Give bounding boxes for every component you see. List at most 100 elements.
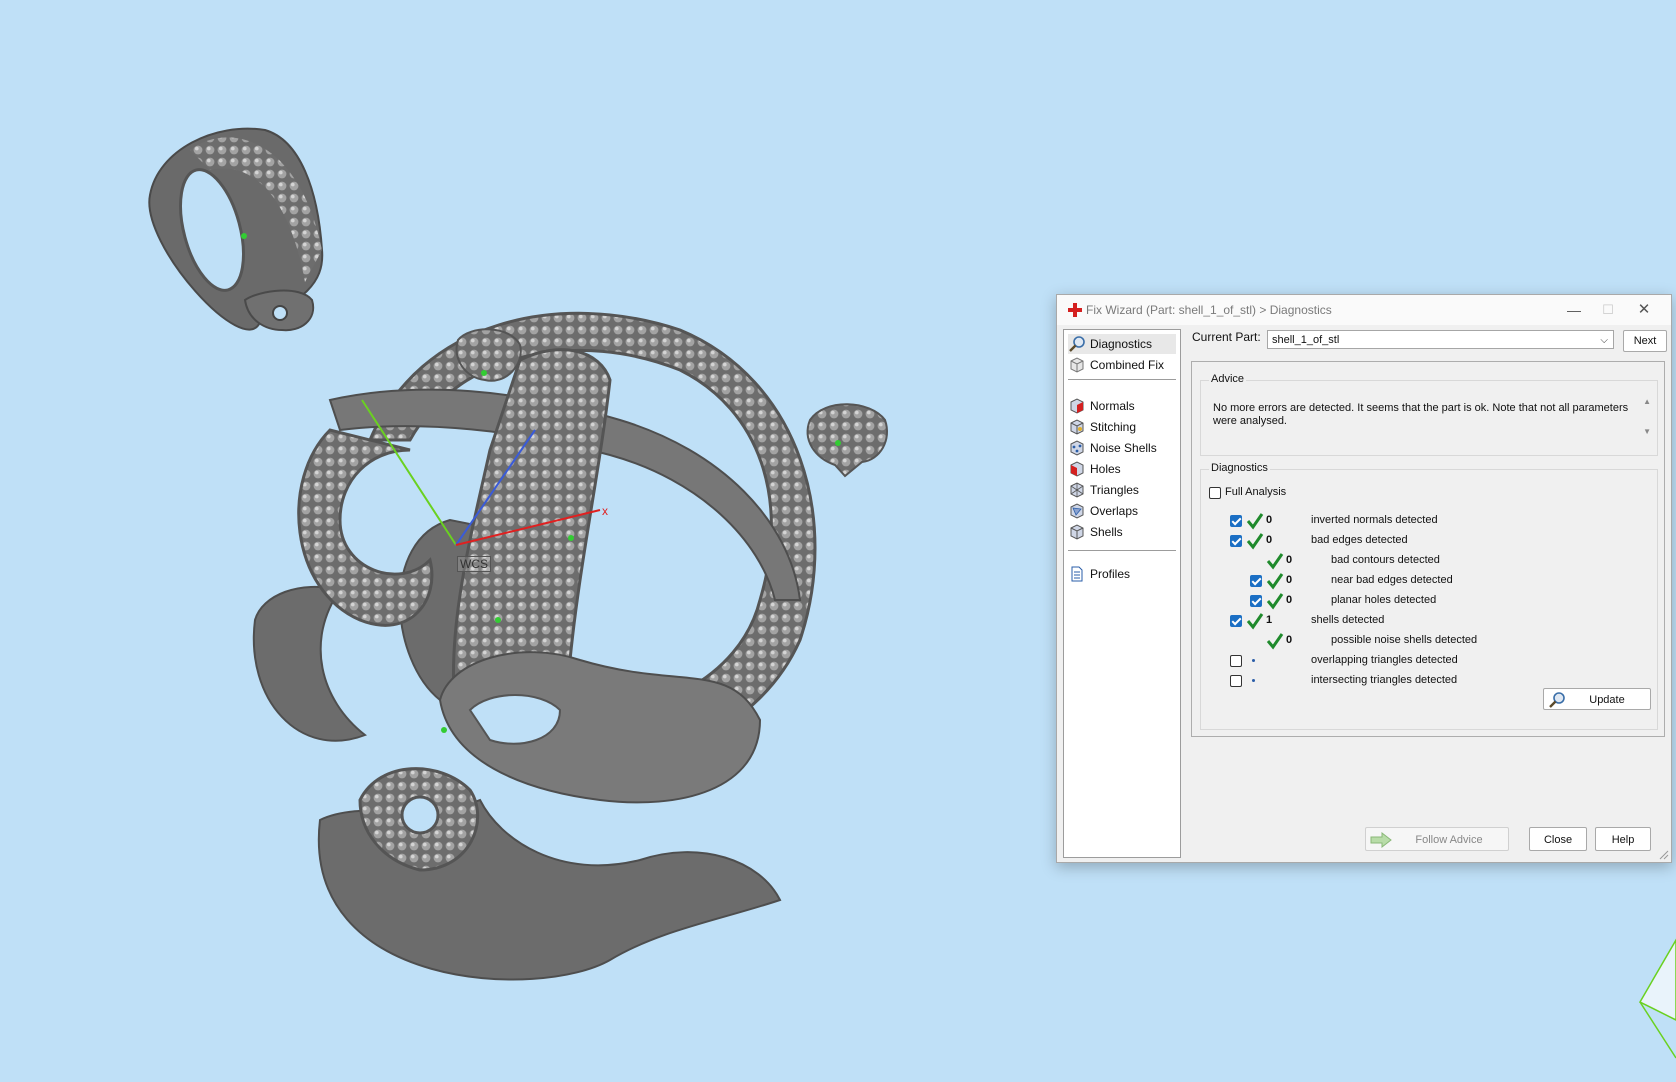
overlapping-triangles-checkbox[interactable] <box>1230 655 1242 667</box>
nav-item-stitching[interactable]: Stitching <box>1068 417 1176 437</box>
diag-label: shells detected <box>1311 614 1385 626</box>
nav-item-combined-fix[interactable]: Combined Fix <box>1068 355 1176 375</box>
nav-item-holes[interactable]: Holes <box>1068 459 1176 479</box>
diag-count: 0 <box>1286 574 1293 586</box>
nav-item-normals[interactable]: Normals <box>1068 396 1176 416</box>
diag-label: inverted normals detected <box>1311 514 1438 526</box>
advice-title: Advice <box>1209 373 1247 385</box>
title-bar[interactable]: Fix Wizard (Part: shell_1_of_stl) > Diag… <box>1057 295 1671 325</box>
wizard-nav: Diagnostics Combined Fix Normals Stitchi… <box>1063 329 1181 858</box>
wcs-label: WCS <box>457 556 491 572</box>
diag-label: overlapping triangles detected <box>1311 654 1458 666</box>
diag-count: 0 <box>1266 534 1273 546</box>
triangles-icon <box>1070 482 1084 498</box>
diag-row-bad-edges: 0 bad edges detected <box>1201 532 1641 550</box>
scroll-down-arrow-icon[interactable]: ▼ <box>1643 427 1651 436</box>
diag-row-near-bad-edges: 0 near bad edges detected <box>1201 572 1641 590</box>
diagnostics-title: Diagnostics <box>1209 462 1270 474</box>
full-analysis-checkbox[interactable] <box>1209 487 1221 499</box>
axis-x-label: x <box>602 504 608 518</box>
pending-dot-icon <box>1252 679 1255 682</box>
nav-item-noise-shells[interactable]: Noise Shells <box>1068 438 1176 458</box>
diag-row-planar-holes: 0 planar holes detected <box>1201 592 1641 610</box>
pending-dot-icon <box>1252 659 1255 662</box>
diag-count: 0 <box>1266 514 1273 526</box>
nav-label: Normals <box>1090 399 1135 413</box>
nav-label: Triangles <box>1090 483 1139 497</box>
diag-row-inverted-normals: 0 inverted normals detected <box>1201 512 1641 530</box>
green-check-icon <box>1246 513 1264 530</box>
intersecting-triangles-checkbox[interactable] <box>1230 675 1242 687</box>
update-button[interactable]: Update <box>1543 688 1651 710</box>
nav-label: Diagnostics <box>1090 337 1153 351</box>
magnifier-icon <box>1549 692 1565 708</box>
green-check-icon <box>1266 593 1284 610</box>
advice-text: No more errors are detected. It seems th… <box>1213 402 1629 427</box>
update-label: Update <box>1589 694 1625 706</box>
green-check-icon <box>1266 573 1284 590</box>
current-part-label: Current Part: <box>1192 330 1261 344</box>
cube-icon <box>1070 357 1084 373</box>
noise-shells-icon <box>1070 440 1084 456</box>
fix-wizard-dialog: Fix Wizard (Part: shell_1_of_stl) > Diag… <box>1056 294 1672 863</box>
diagnostics-panel: Advice No more errors are detected. It s… <box>1191 361 1665 737</box>
green-check-icon <box>1246 533 1264 550</box>
diag-label: intersecting triangles detected <box>1311 674 1458 686</box>
diag-row-shells: 1 shells detected <box>1201 612 1641 630</box>
close-window-button[interactable]: ✕ <box>1629 299 1659 321</box>
follow-advice-label: Follow Advice <box>1415 834 1483 846</box>
normals-cube-icon <box>1070 398 1084 414</box>
magnifier-icon <box>1069 336 1085 352</box>
bad-edges-checkbox[interactable] <box>1230 535 1242 547</box>
full-analysis-label: Full Analysis <box>1225 486 1287 498</box>
diag-count: 0 <box>1286 634 1293 646</box>
current-part-dropdown[interactable]: shell_1_of_stl ⌵ <box>1267 330 1614 349</box>
follow-advice-button[interactable]: Follow Advice <box>1365 827 1509 851</box>
shells-checkbox[interactable] <box>1230 615 1242 627</box>
diag-label: bad edges detected <box>1311 534 1408 546</box>
diag-row-overlapping-triangles: overlapping triangles detected <box>1201 652 1641 670</box>
ring-part[interactable] <box>148 127 324 332</box>
nav-item-diagnostics[interactable]: Diagnostics <box>1068 334 1176 354</box>
monogram-pendant[interactable] <box>252 311 817 981</box>
document-icon <box>1071 566 1083 582</box>
nav-item-profiles[interactable]: Profiles <box>1068 564 1176 584</box>
nav-divider <box>1068 550 1176 551</box>
diag-count: 0 <box>1286 554 1293 566</box>
current-part-value: shell_1_of_stl <box>1272 334 1340 346</box>
nav-item-triangles[interactable]: Triangles <box>1068 480 1176 500</box>
nav-label: Noise Shells <box>1090 441 1157 455</box>
full-analysis-row[interactable]: Full Analysis <box>1209 484 1409 502</box>
holes-cube-icon <box>1070 461 1084 477</box>
green-check-icon <box>1246 613 1264 630</box>
red-cross-icon <box>1068 303 1082 317</box>
scroll-up-arrow-icon[interactable]: ▲ <box>1643 397 1651 406</box>
diag-count: 0 <box>1286 594 1293 606</box>
nav-item-shells[interactable]: Shells <box>1068 522 1176 542</box>
resize-grip-icon[interactable] <box>1659 850 1669 860</box>
nav-label: Stitching <box>1090 420 1137 434</box>
view-cube[interactable] <box>1638 938 1676 1059</box>
diag-label: possible noise shells detected <box>1331 634 1478 646</box>
chevron-down-icon: ⌵ <box>1600 335 1608 346</box>
overlaps-icon <box>1070 503 1084 519</box>
diagnostics-group: Diagnostics Full Analysis 0 inverted nor… <box>1200 462 1658 730</box>
nav-divider <box>1068 379 1176 380</box>
minimize-button[interactable]: — <box>1559 299 1589 321</box>
diag-label: bad contours detected <box>1331 554 1440 566</box>
window-title: Fix Wizard (Part: shell_1_of_stl) > Diag… <box>1086 303 1332 317</box>
close-button[interactable]: Close <box>1529 827 1587 851</box>
planar-holes-checkbox[interactable] <box>1250 595 1262 607</box>
advice-group: Advice No more errors are detected. It s… <box>1200 373 1658 456</box>
nav-item-overlaps[interactable]: Overlaps <box>1068 501 1176 521</box>
nav-label: Combined Fix <box>1090 358 1165 372</box>
green-check-icon <box>1266 553 1284 570</box>
diag-row-noise-shells: 0 possible noise shells detected <box>1201 632 1641 650</box>
near-bad-edges-checkbox[interactable] <box>1250 575 1262 587</box>
diag-count: 1 <box>1266 614 1273 626</box>
inverted-normals-checkbox[interactable] <box>1230 515 1242 527</box>
maximize-button[interactable]: ☐ <box>1593 299 1623 321</box>
next-button[interactable]: Next <box>1623 330 1667 352</box>
help-button[interactable]: Help <box>1595 827 1651 851</box>
flower-part[interactable] <box>806 403 888 478</box>
